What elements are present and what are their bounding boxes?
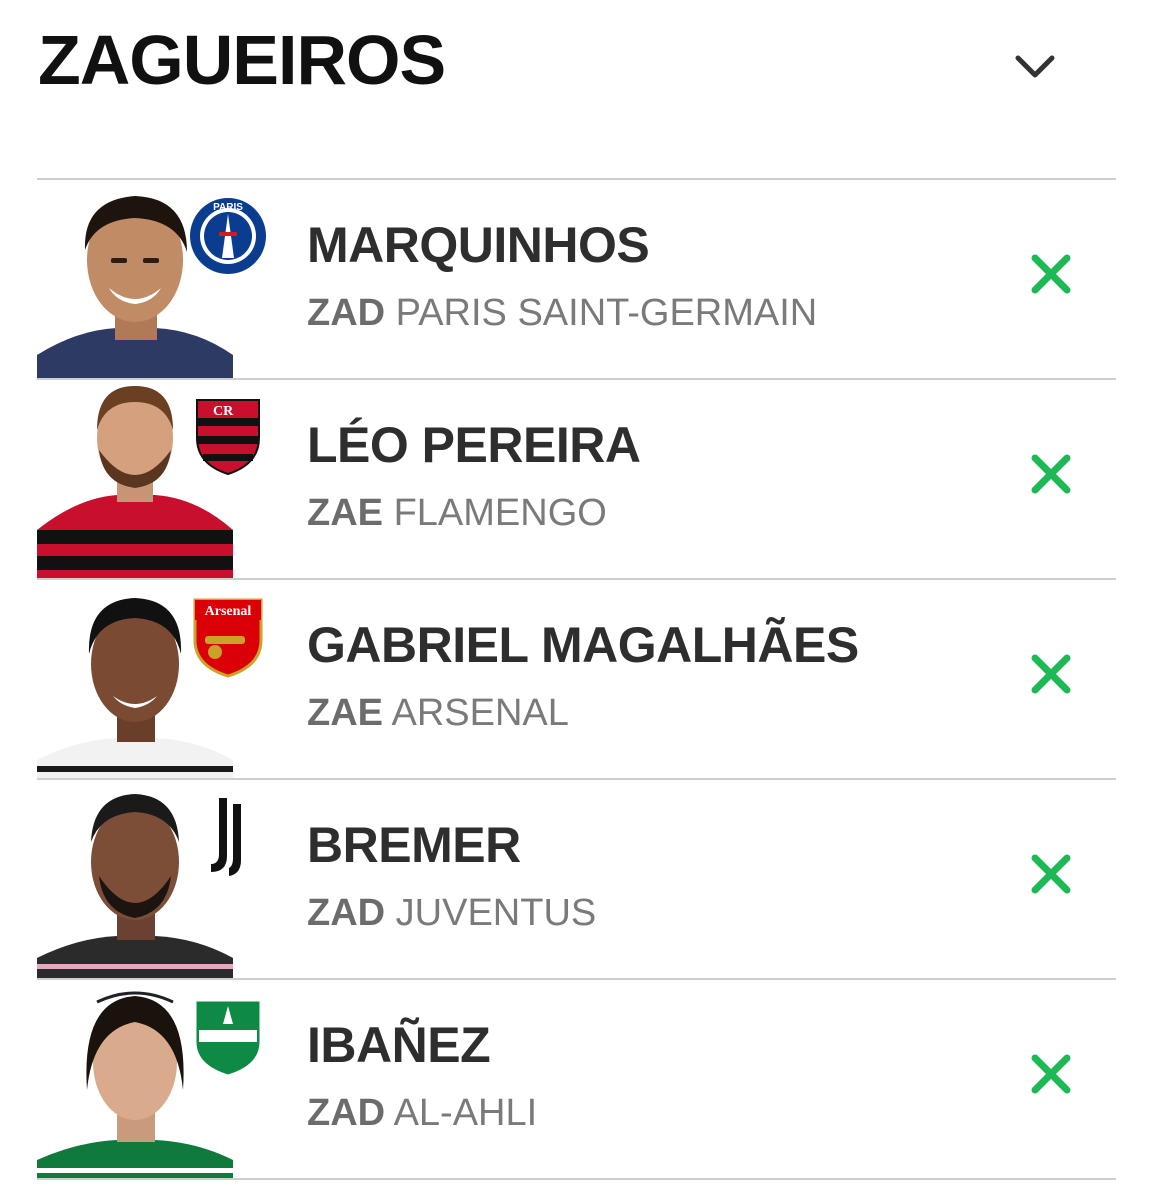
close-icon[interactable] <box>1029 252 1073 296</box>
player-row[interactable]: PARIS MARQUINHOS ZAD PARIS SAINT-GERMAIN <box>37 178 1116 378</box>
player-club: AL-AHLI <box>393 1092 538 1134</box>
chevron-down-icon[interactable] <box>1008 40 1062 94</box>
arsenal-crest-icon: Arsenal <box>193 598 263 678</box>
player-list: PARIS MARQUINHOS ZAD PARIS SAINT-GERMAIN <box>37 178 1116 1180</box>
player-row[interactable]: IBAÑEZ ZAD AL-AHLI <box>37 978 1116 1180</box>
player-name: IBAÑEZ <box>307 1017 491 1073</box>
player-meta: ZAE FLAMENGO <box>307 492 607 535</box>
section-header[interactable]: ZAGUEIROS <box>38 0 1116 178</box>
close-icon[interactable] <box>1029 652 1073 696</box>
player-name: LÉO PEREIRA <box>307 417 641 473</box>
player-position: ZAE <box>307 492 383 534</box>
player-position: ZAD <box>307 892 386 934</box>
psg-crest-icon: PARIS <box>190 198 266 274</box>
flamengo-crest-icon: CR <box>196 399 260 476</box>
player-meta: ZAD JUVENTUS <box>307 892 596 935</box>
player-club: PARIS SAINT-GERMAIN <box>395 292 818 334</box>
player-club: JUVENTUS <box>395 892 597 934</box>
al-ahli-crest-icon <box>193 998 263 1078</box>
close-icon[interactable] <box>1029 452 1073 496</box>
player-name: BREMER <box>307 817 521 873</box>
player-position: ZAE <box>307 692 383 734</box>
player-row[interactable]: CR LÉO PEREIRA ZAE FLAMENGO <box>37 378 1116 578</box>
player-meta: ZAE ARSENAL <box>307 692 569 735</box>
player-name: GABRIEL MAGALHÃES <box>307 617 859 673</box>
player-meta: ZAD AL-AHLI <box>307 1092 537 1135</box>
svg-text:PARIS: PARIS <box>213 202 243 213</box>
player-row[interactable]: BREMER ZAD JUVENTUS <box>37 778 1116 978</box>
juventus-crest-icon <box>211 798 241 876</box>
close-icon[interactable] <box>1029 1052 1073 1096</box>
player-position: ZAD <box>307 1092 386 1134</box>
section-title: ZAGUEIROS <box>38 21 446 99</box>
player-row[interactable]: Arsenal GABRIEL MAGALHÃES ZAE ARSENAL <box>37 578 1116 778</box>
player-name: MARQUINHOS <box>307 217 650 273</box>
player-meta: ZAD PARIS SAINT-GERMAIN <box>307 292 817 335</box>
svg-text:CR: CR <box>213 404 234 419</box>
player-club: FLAMENGO <box>393 492 607 534</box>
player-position: ZAD <box>307 292 386 334</box>
close-icon[interactable] <box>1029 852 1073 896</box>
player-club: ARSENAL <box>391 692 569 734</box>
crest-text: Arsenal <box>205 604 252 619</box>
